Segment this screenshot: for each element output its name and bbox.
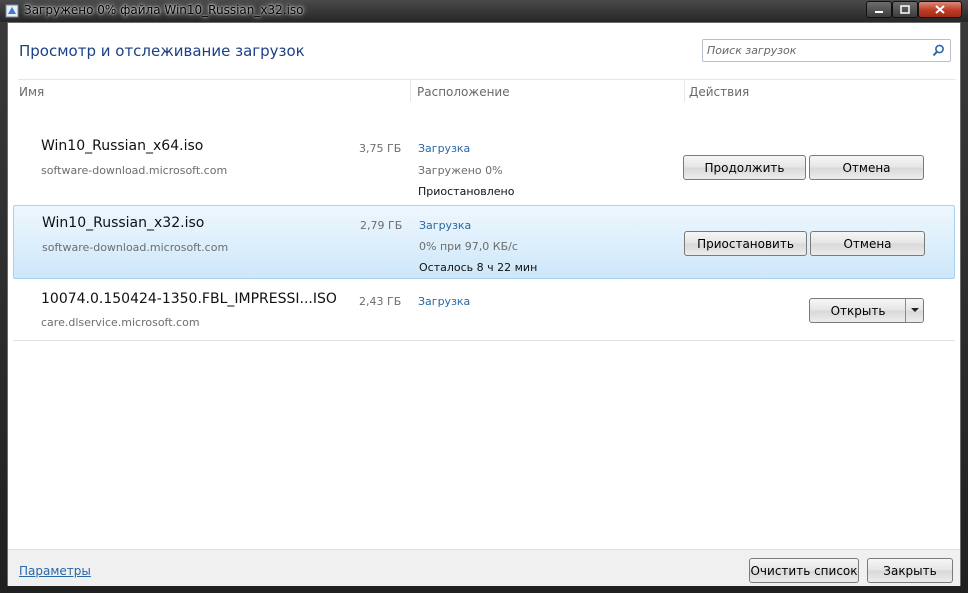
file-size: 2,79 ГБ bbox=[360, 219, 403, 232]
close-window-button[interactable] bbox=[918, 1, 962, 18]
column-separator bbox=[684, 80, 685, 102]
file-host: care.dlservice.microsoft.com bbox=[41, 316, 200, 329]
download-progress-text: Загружено 0% bbox=[418, 164, 503, 177]
window-title: Загружено 0% файла Win10_Russian_x32.iso bbox=[24, 3, 304, 17]
column-header-actions: Действия bbox=[689, 85, 750, 99]
settings-link[interactable]: Параметры bbox=[19, 564, 91, 578]
location-link[interactable]: Загрузка bbox=[418, 142, 470, 155]
minimize-button[interactable] bbox=[866, 1, 892, 18]
download-manager-window: Загружено 0% файла Win10_Russian_x32.iso… bbox=[0, 0, 968, 593]
search-icon[interactable] bbox=[932, 44, 945, 57]
location-link[interactable]: Загрузка bbox=[418, 295, 470, 308]
cancel-button[interactable]: Отмена bbox=[810, 231, 925, 256]
cancel-button[interactable]: Отмена bbox=[809, 155, 924, 180]
file-name: Win10_Russian_x64.iso bbox=[41, 138, 204, 154]
page-title: Просмотр и отслеживание загрузок bbox=[19, 42, 305, 60]
row-divider bbox=[13, 340, 955, 341]
download-status: Приостановлено bbox=[418, 185, 515, 198]
close-icon bbox=[935, 5, 945, 14]
title-bar[interactable]: Загружено 0% файла Win10_Russian_x32.iso bbox=[0, 0, 968, 22]
close-button[interactable]: Закрыть bbox=[867, 558, 953, 583]
file-host: software-download.microsoft.com bbox=[41, 164, 228, 177]
download-speed-text: 0% при 97,0 КБ/с bbox=[419, 240, 518, 253]
maximize-button[interactable] bbox=[892, 1, 918, 18]
clear-list-button[interactable]: Очистить список bbox=[749, 558, 859, 583]
location-link[interactable]: Загрузка bbox=[419, 219, 471, 232]
file-name: 10074.0.150424-1350.FBL_IMPRESSI...ISO bbox=[41, 291, 337, 307]
download-row[interactable]: 10074.0.150424-1350.FBL_IMPRESSI...ISO c… bbox=[13, 281, 955, 355]
maximize-icon bbox=[900, 5, 910, 14]
search-input[interactable] bbox=[707, 42, 927, 59]
column-header-location[interactable]: Расположение bbox=[417, 85, 510, 99]
chevron-down-icon bbox=[910, 308, 919, 312]
column-separator bbox=[410, 80, 411, 102]
resume-button[interactable]: Продолжить bbox=[683, 155, 806, 180]
file-host: software-download.microsoft.com bbox=[42, 241, 229, 254]
open-options-dropdown[interactable] bbox=[905, 299, 923, 322]
minimize-icon bbox=[875, 10, 883, 13]
footer-bar: Параметры Очистить список Закрыть bbox=[8, 549, 960, 586]
search-box[interactable] bbox=[702, 39, 951, 62]
download-row-selected[interactable]: Win10_Russian_x32.iso software-download.… bbox=[13, 205, 955, 279]
download-list-panel: Просмотр и отслеживание загрузок Имя Рас… bbox=[7, 22, 961, 586]
time-remaining: Осталось 8 ч 22 мин bbox=[419, 261, 538, 274]
column-header-divider bbox=[18, 79, 956, 80]
pause-button[interactable]: Приостановить bbox=[684, 231, 807, 256]
open-split-button[interactable]: Открыть bbox=[809, 298, 924, 323]
window-controls bbox=[866, 1, 962, 18]
open-button-label[interactable]: Открыть bbox=[810, 304, 906, 318]
download-row[interactable]: Win10_Russian_x64.iso software-download.… bbox=[13, 129, 955, 203]
file-name: Win10_Russian_x32.iso bbox=[42, 215, 205, 231]
column-header-name[interactable]: Имя bbox=[19, 85, 44, 99]
file-size: 2,43 ГБ bbox=[359, 295, 402, 308]
app-icon bbox=[5, 4, 19, 18]
file-size: 3,75 ГБ bbox=[359, 142, 402, 155]
